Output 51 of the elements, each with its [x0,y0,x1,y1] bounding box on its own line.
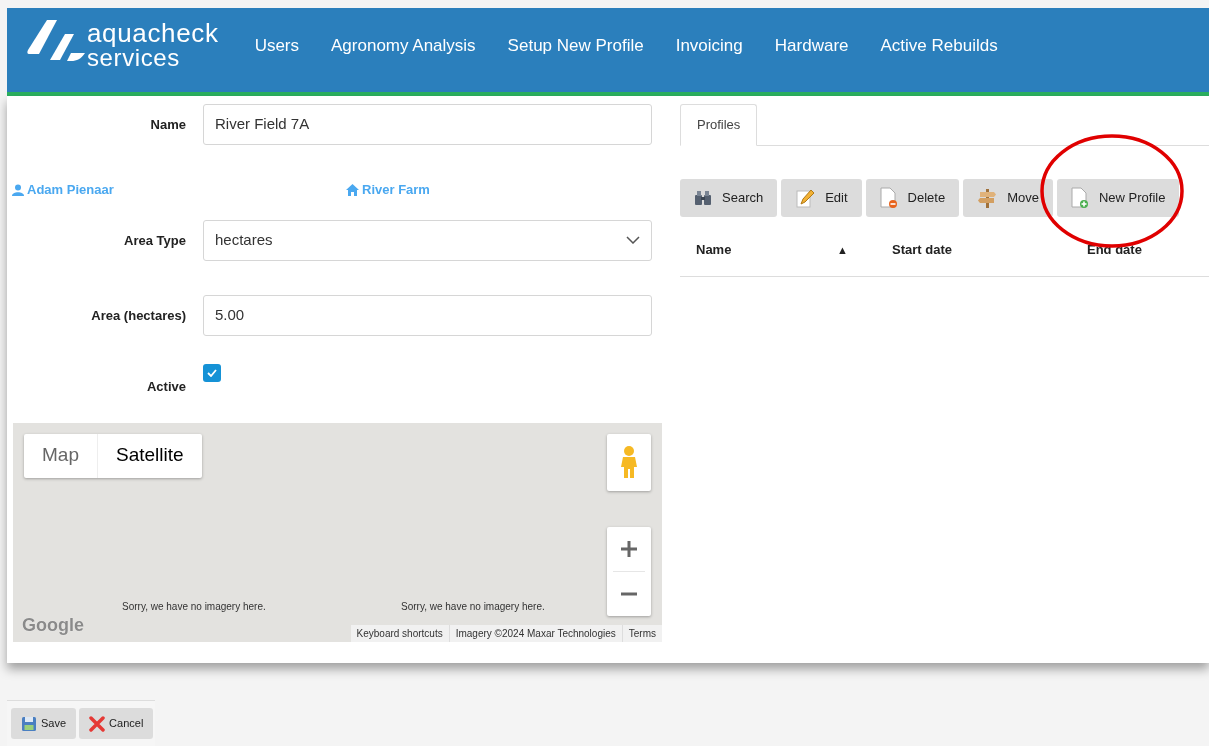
area-field[interactable]: 5.00 [203,294,652,336]
map-message: Sorry, we have no imagery here. [401,599,545,614]
map[interactable]: Map Satellite Sorry, we have no imagery here. Sorry, we have no imagery here. Google Keyboard shortcuts Imagery ©2024 Maxar Technologies Terms [13,422,662,642]
pencil-icon [795,188,816,208]
field-label: Active [146,378,186,394]
sort-indicator: ▲ [837,242,848,258]
nav-link[interactable]: Active Rebuilds [880,33,998,59]
field-label: Name [150,117,186,132]
map-attribution-link[interactable]: Keyboard shortcuts [350,624,449,642]
map-type-button[interactable]: Satellite [96,433,202,478]
nav-link[interactable]: Invoicing [675,33,743,59]
minus-icon [620,591,638,596]
document-remove-icon [879,187,898,209]
document-add-icon [1071,187,1089,209]
toolbar-button[interactable]: Search [680,179,778,217]
street-view-button[interactable] [607,433,651,491]
checkmark-icon [207,368,217,377]
field-label: Area Type [124,232,186,248]
close-icon [89,715,106,732]
nav-link[interactable]: Agronomy Analysis [331,33,476,59]
field-label: Area (hectares) [91,307,186,323]
logo-text: services [87,46,180,70]
pegman-icon [620,445,638,479]
house-icon [346,183,359,196]
logo-text: aquacheck [87,20,219,46]
map-attribution-link[interactable]: Terms [621,624,662,642]
logo[interactable]: aquacheck services [27,20,219,80]
area-type-dropdown[interactable]: hectares [203,219,652,261]
nav-link[interactable]: Setup New Profile [507,33,644,59]
person-icon [12,183,24,196]
toolbar-button[interactable]: Move [963,179,1053,217]
nav-link[interactable]: Users [254,33,300,59]
name-field[interactable]: River Field 7A [203,104,652,145]
map-type-button[interactable]: Map [24,433,97,478]
binoculars-icon [694,190,712,206]
nav-link[interactable]: Hardware [774,33,849,59]
footer-button[interactable]: Save [11,708,77,739]
map-message: Sorry, we have no imagery here. [122,599,266,614]
active-checkbox[interactable] [203,363,221,382]
toolbar-button[interactable]: New Profile [1057,179,1180,217]
footer-button[interactable]: Cancel [79,708,154,739]
toolbar-button[interactable]: Edit [781,179,862,217]
signpost-icon [977,187,998,209]
toolbar-button[interactable]: Delete [865,179,960,217]
plus-icon [620,539,638,558]
map-attribution-link[interactable]: Imagery ©2024 Maxar Technologies [448,624,622,642]
google-logo: Google [22,613,84,637]
profiles-tab[interactable]: Profiles [680,104,758,146]
chevron-down-icon [626,236,640,244]
column-header[interactable]: Name [696,240,732,260]
column-header[interactable]: Start date [892,240,952,260]
